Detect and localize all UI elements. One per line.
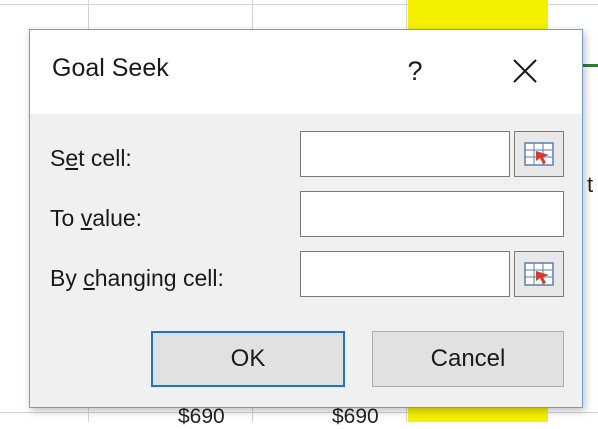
by-changing-cell-label: By changing cell: bbox=[50, 265, 224, 291]
range-picker-icon bbox=[524, 142, 554, 166]
by-changing-cell-picker-button[interactable] bbox=[514, 251, 564, 297]
to-value-input[interactable] bbox=[300, 191, 564, 237]
set-cell-input[interactable] bbox=[300, 131, 510, 177]
ok-button[interactable]: OK bbox=[151, 331, 345, 387]
by-changing-cell-input[interactable] bbox=[300, 251, 510, 297]
cancel-button[interactable]: Cancel bbox=[372, 331, 564, 387]
goal-seek-dialog: Goal Seek ? Set cell: To value: By chang… bbox=[29, 29, 583, 408]
help-icon: ? bbox=[407, 55, 423, 86]
close-button[interactable] bbox=[500, 48, 550, 94]
set-cell-label: Set cell: bbox=[50, 145, 132, 171]
cell-value[interactable]: $690 bbox=[178, 405, 225, 429]
cell-value-partial[interactable]: t bbox=[587, 172, 593, 198]
dialog-title: Goal Seek bbox=[52, 54, 169, 82]
range-picker-icon bbox=[524, 262, 554, 286]
set-cell-picker-button[interactable] bbox=[514, 131, 564, 177]
help-button[interactable]: ? bbox=[390, 48, 440, 94]
to-value-label: To value: bbox=[50, 205, 143, 231]
close-icon bbox=[513, 59, 537, 83]
dialog-titlebar[interactable]: Goal Seek ? bbox=[30, 30, 582, 114]
cell-value[interactable]: $690 bbox=[332, 405, 379, 429]
